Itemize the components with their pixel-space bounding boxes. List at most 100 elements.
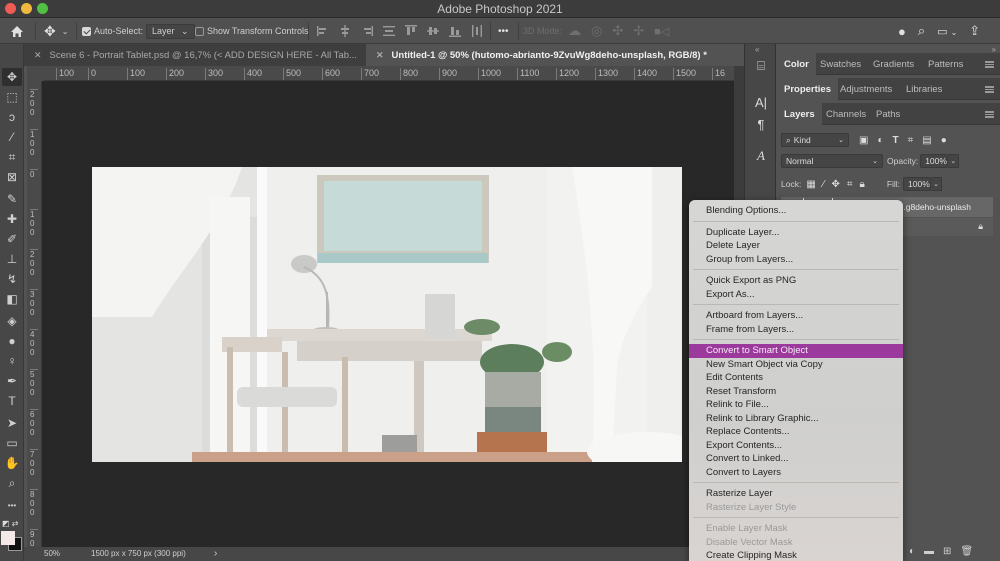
- filter-toggle-icon[interactable]: ●: [941, 135, 947, 146]
- canvas-area[interactable]: [42, 81, 734, 547]
- menu-item-relink-to-library-graphic[interactable]: Relink to Library Graphic...: [689, 412, 903, 426]
- move-tool[interactable]: ✥: [2, 68, 22, 86]
- hand-tool[interactable]: ✋: [2, 454, 22, 472]
- document-tab-untitled-1[interactable]: ✕ Untitled-1 @ 50% (hutomo-abrianto-9Zvu…: [366, 44, 744, 66]
- dodge-tool[interactable]: ♀: [2, 352, 22, 370]
- crop-tool[interactable]: ⌗: [2, 148, 22, 166]
- orbit-3d-icon[interactable]: ☁: [568, 23, 581, 39]
- menu-item-new-smart-object-via-copy[interactable]: New Smart Object via Copy: [689, 358, 903, 372]
- tab-libraries[interactable]: Libraries: [899, 78, 949, 100]
- clone-stamp-tool[interactable]: ⊥: [2, 250, 22, 268]
- menu-item-delete-layer[interactable]: Delete Layer: [689, 239, 903, 253]
- status-menu-arrow[interactable]: ›: [214, 548, 217, 559]
- menu-item-artboard-from-layers[interactable]: Artboard from Layers...: [689, 309, 903, 323]
- share-icon[interactable]: ⇪: [969, 23, 980, 39]
- character-panel-icon[interactable]: A|: [751, 92, 771, 112]
- filter-adjustment-icon[interactable]: ◐: [877, 135, 883, 146]
- search-icon[interactable]: ⌕: [918, 23, 925, 39]
- tab-gradients[interactable]: Gradients: [866, 53, 921, 75]
- align-center-icon[interactable]: [339, 25, 351, 37]
- menu-item-blending-options[interactable]: Blending Options...: [689, 204, 903, 218]
- auto-select-checkbox[interactable]: Auto-Select:: [82, 18, 143, 44]
- foreground-color-swatch[interactable]: [1, 531, 15, 545]
- frame-tool[interactable]: ⊠: [2, 168, 22, 186]
- filter-pixel-icon[interactable]: ▣: [859, 135, 868, 146]
- tab-color[interactable]: Color: [777, 53, 816, 75]
- menu-item-quick-export-as-png[interactable]: Quick Export as PNG: [689, 274, 903, 288]
- document-image[interactable]: [92, 167, 682, 462]
- auto-select-target-dropdown[interactable]: Layer ⌄: [146, 18, 195, 44]
- menu-item-edit-contents[interactable]: Edit Contents: [689, 371, 903, 385]
- vertical-ruler[interactable]: 200 100 0 100 200 300 400 500 600 700 800 900: [27, 81, 42, 547]
- menu-item-convert-to-smart-object[interactable]: Convert to Smart Object: [689, 344, 903, 358]
- history-brush-tool[interactable]: ↯: [2, 270, 22, 288]
- menu-item-duplicate-layer[interactable]: Duplicate Layer...: [689, 226, 903, 240]
- menu-item-frame-from-layers[interactable]: Frame from Layers...: [689, 323, 903, 337]
- filter-smart-object-icon[interactable]: ▤: [922, 135, 931, 146]
- zoom-tool[interactable]: ⌕: [2, 474, 22, 492]
- ruler-origin[interactable]: [27, 66, 44, 81]
- distribute-horizontal-icon[interactable]: [471, 25, 483, 37]
- menu-item-group-from-layers[interactable]: Group from Layers...: [689, 253, 903, 267]
- menu-item-rasterize-layer[interactable]: Rasterize Layer: [689, 487, 903, 501]
- align-right-icon[interactable]: [361, 25, 373, 37]
- panel-menu-icon[interactable]: [985, 111, 994, 118]
- close-tab-icon[interactable]: ✕: [376, 50, 384, 61]
- align-middle-icon[interactable]: [427, 25, 439, 37]
- brush-tool[interactable]: ✐: [2, 230, 22, 248]
- glyphs-panel-icon[interactable]: A: [751, 146, 771, 166]
- tab-channels[interactable]: Channels: [819, 103, 873, 125]
- menu-item-export-contents[interactable]: Export Contents...: [689, 439, 903, 453]
- marquee-tool[interactable]: ⬚: [2, 88, 22, 106]
- filter-type-icon[interactable]: T: [893, 135, 899, 146]
- adjustment-layer-icon[interactable]: ◐: [909, 546, 915, 557]
- trash-icon[interactable]: 🗑︎: [960, 546, 973, 557]
- menu-item-convert-to-layers[interactable]: Convert to Layers: [689, 466, 903, 480]
- scale-3d-icon[interactable]: ■◁: [654, 25, 669, 38]
- lock-pixels-icon[interactable]: ⁄: [823, 179, 825, 190]
- edit-toolbar[interactable]: •••: [2, 496, 22, 514]
- tab-adjustments[interactable]: Adjustments: [833, 78, 899, 100]
- paragraph-panel-icon[interactable]: ¶: [751, 114, 771, 134]
- eraser-tool[interactable]: ◧: [2, 290, 22, 308]
- path-selection-tool[interactable]: ➤: [2, 414, 22, 432]
- slide-3d-icon[interactable]: ✢: [633, 23, 644, 39]
- healing-brush-tool[interactable]: ✚: [2, 210, 22, 228]
- pen-tool[interactable]: ✒: [2, 372, 22, 390]
- menu-item-export-as[interactable]: Export As...: [689, 288, 903, 302]
- zoom-level[interactable]: 50%: [44, 549, 60, 558]
- rectangle-tool[interactable]: ▭: [2, 434, 22, 452]
- blend-mode-dropdown[interactable]: Normal ⌄: [781, 154, 883, 168]
- align-left-icon[interactable]: [317, 25, 329, 37]
- fill-input[interactable]: 100%: [903, 177, 932, 191]
- tab-properties[interactable]: Properties: [777, 78, 838, 100]
- history-panel-icon[interactable]: ⌸: [751, 56, 771, 76]
- default-colors-icon[interactable]: ◩ ⇄: [2, 519, 18, 528]
- horizontal-ruler[interactable]: 100 0 100 200 300 400 500 600 700 800 900 1000 1100 1…: [44, 66, 734, 81]
- new-layer-icon[interactable]: ⊞: [943, 546, 951, 557]
- lasso-tool[interactable]: ↄ: [2, 108, 22, 126]
- roll-3d-icon[interactable]: ◎: [591, 23, 602, 39]
- filter-shape-icon[interactable]: ⌗: [908, 135, 914, 146]
- more-options-button[interactable]: •••: [498, 18, 509, 44]
- group-folder-icon[interactable]: ▬: [924, 546, 934, 557]
- align-bottom-icon[interactable]: [449, 25, 461, 37]
- lock-all-icon[interactable]: 🔒︎: [859, 179, 864, 190]
- filter-kind-dropdown[interactable]: ⌕ Kind ⌄: [781, 133, 849, 147]
- share-user-icon[interactable]: ●: [898, 24, 906, 39]
- opacity-dropdown[interactable]: ⌄: [948, 154, 960, 168]
- menu-item-convert-to-linked[interactable]: Convert to Linked...: [689, 452, 903, 466]
- lock-artboard-icon[interactable]: ⌗: [847, 179, 853, 190]
- panel-menu-icon[interactable]: [985, 61, 994, 68]
- move-tool-preset[interactable]: ✥ ⌄: [44, 18, 68, 44]
- align-top-icon[interactable]: [405, 25, 417, 37]
- document-tab-scene6[interactable]: ✕ Scene 6 - Portrait Tablet.psd @ 16,7% …: [24, 44, 366, 66]
- eyedropper-tool[interactable]: ✎: [2, 190, 22, 208]
- menu-item-reset-transform[interactable]: Reset Transform: [689, 385, 903, 399]
- drag-3d-icon[interactable]: ✣: [612, 23, 623, 39]
- tab-paths[interactable]: Paths: [869, 103, 907, 125]
- lock-position-icon[interactable]: ✥: [831, 179, 839, 190]
- panel-menu-icon[interactable]: [985, 86, 994, 93]
- lock-transparency-icon[interactable]: ▦: [806, 179, 815, 190]
- show-transform-controls-checkbox[interactable]: Show Transform Controls: [195, 18, 309, 44]
